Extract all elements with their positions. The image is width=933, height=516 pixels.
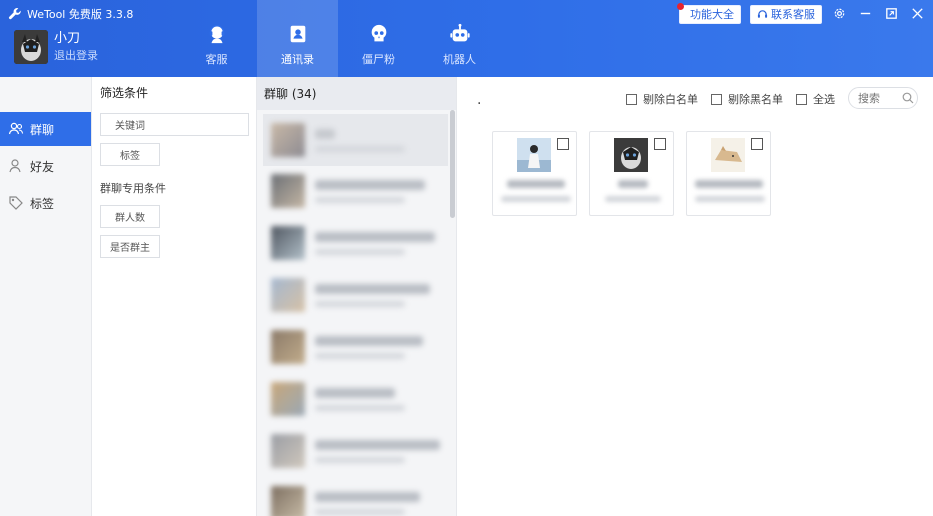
search-input[interactable] — [858, 91, 898, 105]
maximize-icon[interactable] — [884, 6, 899, 21]
group-conditions-heading: 群聊专用条件 — [100, 182, 166, 195]
tab-contacts[interactable]: 通讯录 — [257, 0, 338, 77]
is-owner-button[interactable]: 是否群主 — [100, 235, 160, 258]
tab-zombie-fans[interactable]: 僵尸粉 — [338, 0, 419, 77]
gear-icon[interactable] — [832, 6, 847, 21]
filter-panel: 筛选条件 关键词 标签 群聊专用条件 群人数 是否群主 — [92, 77, 257, 516]
tag-icon — [9, 196, 23, 210]
list-item[interactable] — [263, 217, 448, 269]
wrench-icon — [8, 8, 21, 20]
keyword-label: 关键词 — [100, 113, 160, 136]
app-title-text: WeTool 免费版 3.3.8 — [27, 8, 134, 21]
main-content: . 剔除白名单 剔除黑名单 全选 — [458, 77, 933, 516]
avatar[interactable] — [14, 30, 48, 64]
notification-dot — [677, 3, 684, 10]
group-list-scrollbar[interactable] — [450, 110, 455, 218]
app-header: WeTool 免费版 3.3.8 小刀 退出登录 客服 通讯录 僵尸粉 机器人 … — [0, 0, 933, 77]
search-box[interactable] — [848, 87, 918, 109]
status-dot: . — [477, 92, 482, 108]
remove-whitelist-option[interactable]: 剔除白名单 — [626, 91, 698, 107]
window-controls — [832, 6, 925, 21]
card-checkbox[interactable] — [654, 138, 666, 150]
tag-filter-button[interactable]: 标签 — [100, 143, 160, 166]
list-item[interactable] — [263, 165, 448, 217]
list-item[interactable] — [263, 425, 448, 477]
contact-support-button[interactable]: 联系客服 — [750, 5, 822, 24]
group-icon — [8, 122, 24, 135]
user-name: 小刀 — [54, 31, 81, 46]
sidebar-item-tags[interactable]: 标签 — [0, 186, 91, 220]
support-headset-icon — [757, 10, 768, 18]
sidebar-item-friends[interactable]: 好友 — [0, 149, 91, 183]
close-icon[interactable] — [910, 6, 925, 21]
tab-robot[interactable]: 机器人 — [419, 0, 500, 77]
keyword-input[interactable] — [159, 113, 249, 136]
remove-blacklist-checkbox[interactable] — [711, 93, 722, 105]
remove-blacklist-option[interactable]: 剔除黑名单 — [711, 91, 783, 107]
remove-whitelist-checkbox[interactable] — [626, 93, 637, 105]
search-icon[interactable] — [902, 92, 914, 104]
group-list-header: 群聊 (34) — [257, 77, 456, 110]
user-profile: 小刀 退出登录 — [14, 30, 98, 64]
features-button[interactable]: 功能大全 — [677, 3, 741, 24]
list-item[interactable] — [263, 321, 448, 373]
skull-icon — [371, 24, 386, 42]
contacts-icon — [290, 25, 305, 43]
select-all-checkbox[interactable] — [796, 93, 807, 105]
list-item[interactable] — [263, 373, 448, 425]
card-checkbox[interactable] — [557, 138, 569, 150]
logout-link[interactable]: 退出登录 — [54, 49, 98, 63]
friend-icon — [9, 159, 21, 173]
group-avatar — [517, 138, 551, 172]
list-item[interactable] — [263, 477, 448, 516]
main-nav: 客服 通讯录 僵尸粉 机器人 — [176, 0, 500, 77]
robot-icon — [449, 23, 470, 42]
headset-icon — [209, 25, 224, 44]
select-all-option[interactable]: 全选 — [796, 91, 835, 107]
card-checkbox[interactable] — [751, 138, 763, 150]
sidebar-item-groups[interactable]: 群聊 — [0, 112, 91, 146]
sidebar: 群聊 好友 标签 — [0, 77, 92, 516]
group-avatar — [614, 138, 648, 172]
group-card[interactable] — [492, 131, 577, 216]
list-item[interactable] — [263, 269, 448, 321]
group-card[interactable] — [686, 131, 771, 216]
group-list: 群聊 (34) — [257, 77, 457, 516]
app-title: WeTool 免费版 3.3.8 — [8, 6, 133, 22]
tab-customer-service[interactable]: 客服 — [176, 0, 257, 77]
filter-title: 筛选条件 — [100, 86, 149, 100]
group-card[interactable] — [589, 131, 674, 216]
minimize-icon[interactable] — [858, 6, 873, 21]
member-count-button[interactable]: 群人数 — [100, 205, 160, 228]
group-avatar — [711, 138, 745, 172]
list-item[interactable] — [263, 114, 448, 166]
